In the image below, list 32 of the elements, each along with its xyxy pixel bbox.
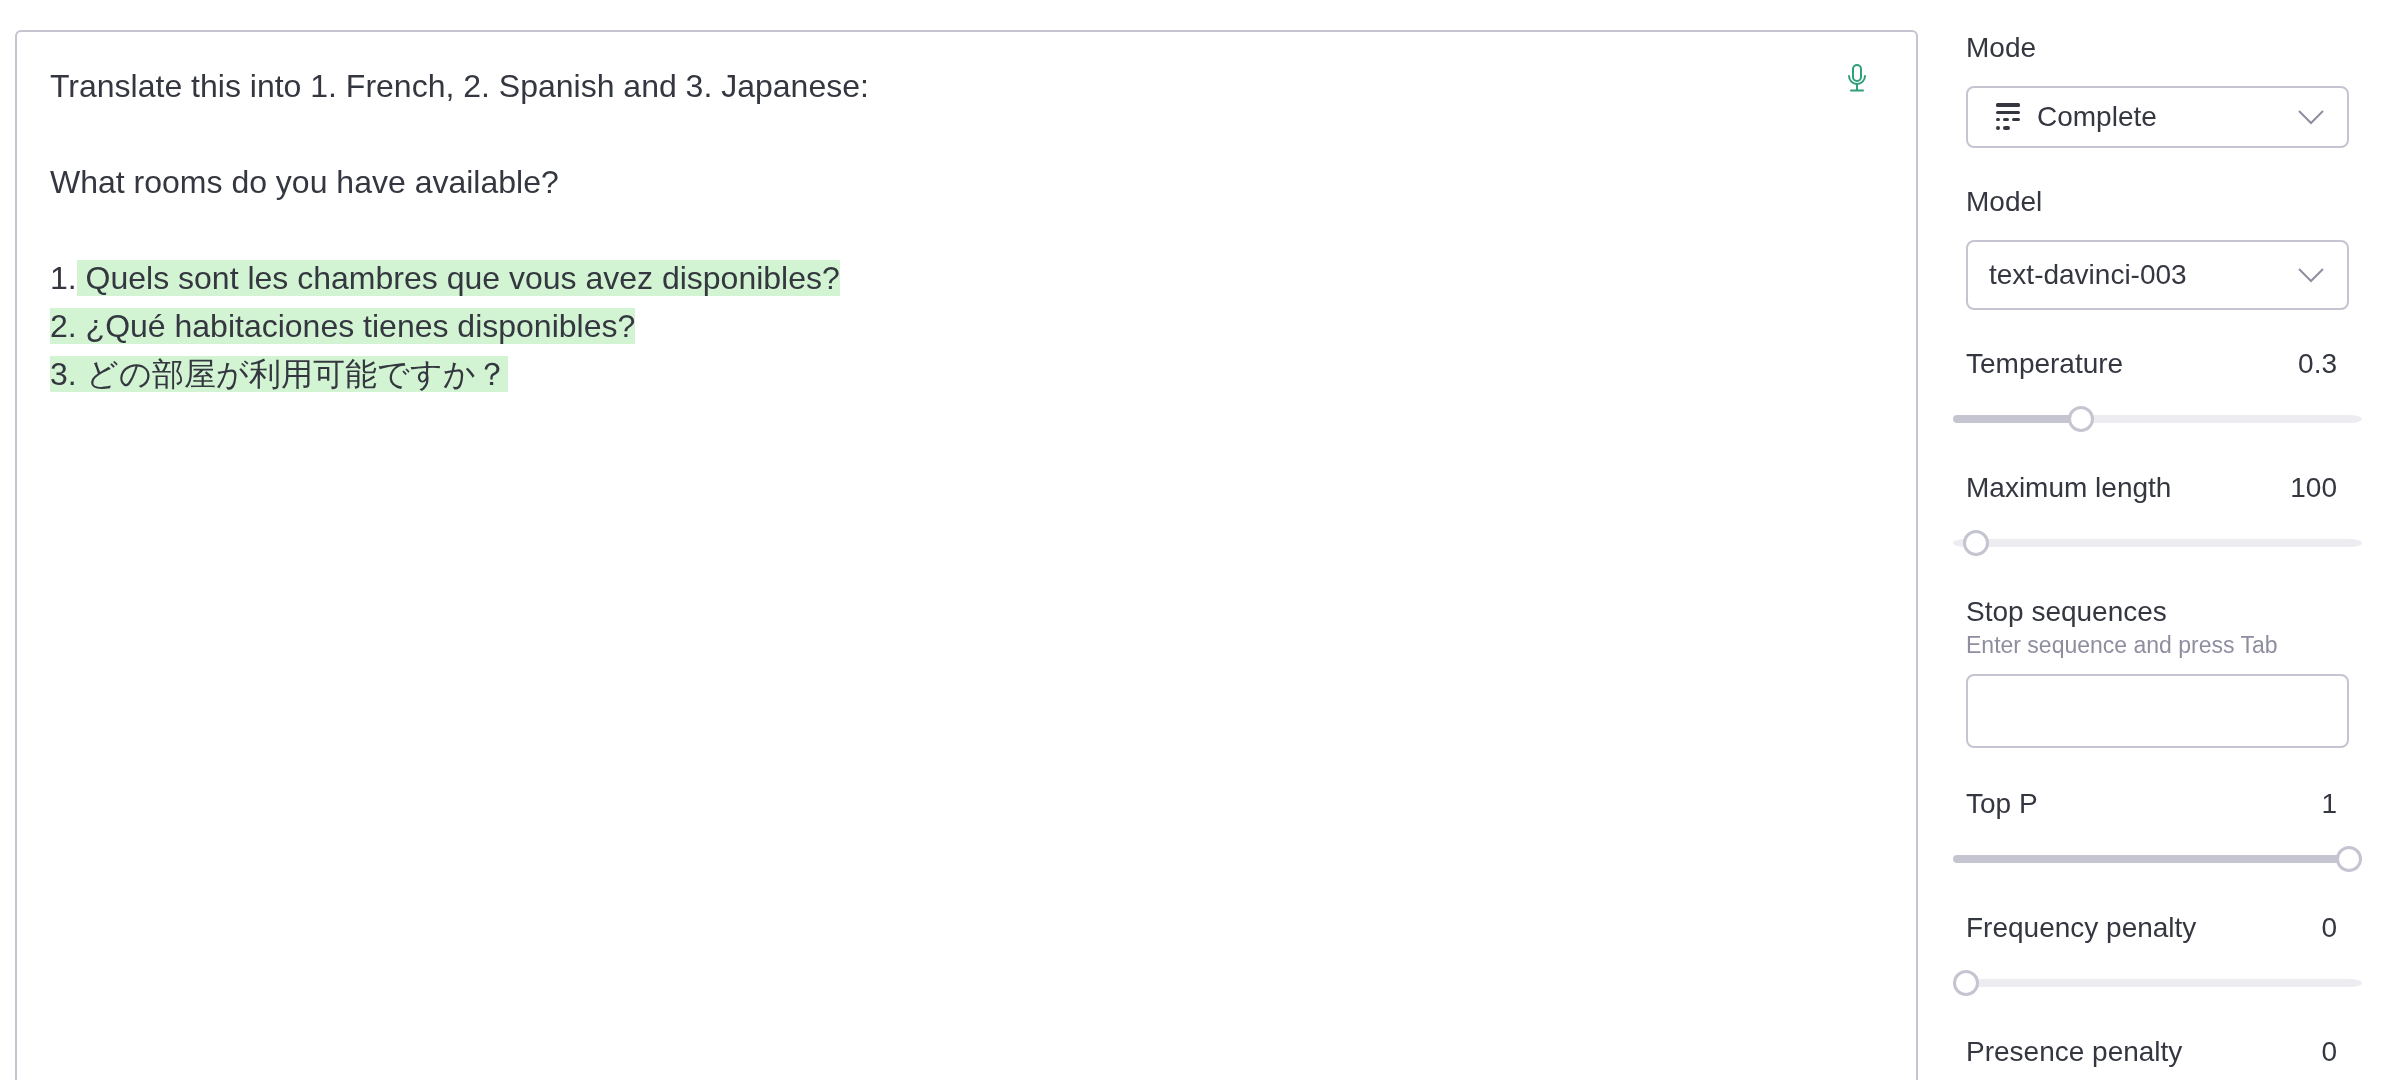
setting-label: Stop sequences: [1966, 595, 2167, 629]
setting-label: Frequency penalty: [1966, 911, 2197, 945]
microphone-icon[interactable]: [1847, 64, 1867, 92]
chevron-down-icon: [2298, 109, 2324, 125]
input-field[interactable]: [1966, 674, 2349, 748]
lines-icon: [1996, 103, 2020, 131]
slider-track[interactable]: [1953, 846, 2362, 872]
setting-label: Temperature: [1966, 347, 2124, 381]
highlighted-text: 2. ¿Qué habitaciones tienes disponibles?: [50, 308, 636, 344]
setting-label: Top P: [1966, 787, 2038, 821]
dropdown-select[interactable]: text-davinci-003: [1966, 240, 2349, 310]
editor-text: What rooms do you have available?: [50, 164, 559, 200]
setting-value: 0: [2321, 1035, 2338, 1069]
setting-value: 0.3: [2298, 347, 2338, 381]
highlighted-text: Quels sont les chambres que vous avez disponibles?: [76, 260, 840, 296]
setting-value: 0: [2321, 911, 2338, 945]
slider-thumb[interactable]: [1953, 970, 1979, 996]
hint-text: Enter sequence and press Tab: [1966, 631, 2279, 660]
setting-label: Maximum length: [1966, 471, 2172, 505]
setting-value: 1: [2321, 787, 2338, 821]
setting-label: Model: [1966, 185, 2043, 219]
chevron-down-icon: [2298, 267, 2324, 283]
highlighted-text: 3. どの部屋が利用可能ですか？: [50, 356, 508, 392]
slider-thumb[interactable]: [2067, 406, 2094, 432]
setting-value: 100: [2290, 471, 2338, 505]
setting-label: Mode: [1966, 31, 2037, 65]
setting-label: Presence penalty: [1966, 1035, 2183, 1069]
editor-text: 1.: [50, 260, 77, 296]
editor-text: Translate this into 1. French, 2. Spanish and 3. Japanese:: [50, 68, 869, 104]
slider-thumb[interactable]: [2336, 846, 2362, 872]
dropdown-select[interactable]: Complete: [1966, 86, 2349, 148]
slider-thumb[interactable]: [1962, 530, 1989, 556]
